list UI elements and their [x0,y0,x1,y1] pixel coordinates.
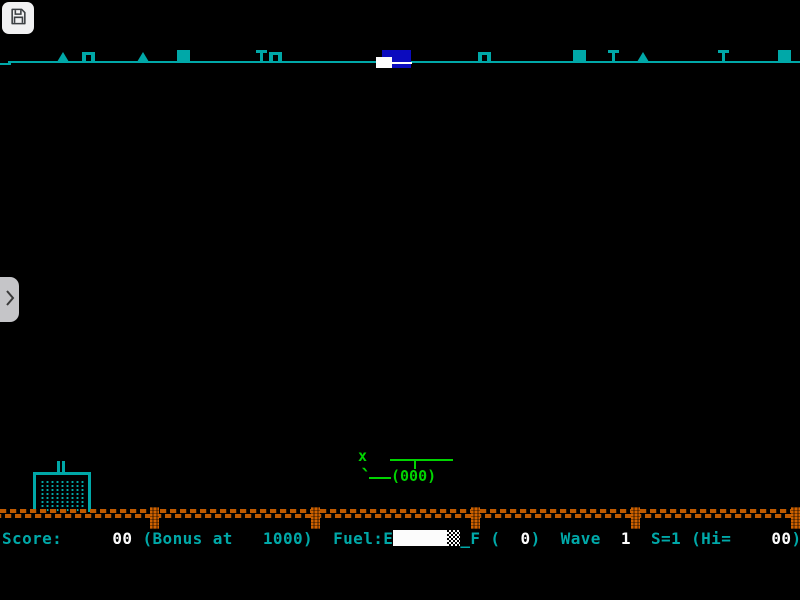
status-text-segment: S=1 (Hi= [631,529,771,548]
fence-post [150,507,159,529]
status-text-segment: ) [791,529,800,548]
horizon-line-stub [0,63,11,65]
ground-texture-row [0,514,800,518]
game-screen[interactable]: x ` (000) Score: 00 (Bonus at 1000) Fuel… [0,0,800,600]
skyline-sprite-pillars [82,52,95,63]
ground-texture-row [0,509,800,513]
skyline-sprite-station [376,50,412,70]
fuel-gauge-partial [447,530,460,546]
status-text-segment: 1 [621,529,631,548]
status-text-segment: 00 [771,529,791,548]
skyline-sprite-tree [637,52,649,62]
skyline-sprite-tower [256,50,267,62]
helicopter-sprite: x ` (000) [355,447,460,489]
tower-stem [722,50,725,62]
fence-post [471,507,480,529]
tower-stem [612,50,615,62]
fuel-gauge [393,530,460,546]
status-text-segment: ) Wave [531,529,621,548]
station-pad [376,57,392,68]
status-text-segment: Score: [2,529,112,548]
depot-tank-fill-pattern [40,480,84,511]
status-text-segment: 00 [112,529,132,548]
sidebar-toggle-button[interactable] [0,277,19,322]
floppy-disk-icon [9,7,28,30]
save-button[interactable] [2,2,34,34]
fence-post [791,507,800,529]
chevron-right-icon [1,287,19,313]
skyline-sprite-block [573,50,586,63]
fence-post [631,507,640,529]
fuel-gauge-fill [393,530,447,546]
skyline-sprite-block [778,50,791,63]
fuel-depot [33,461,91,512]
tower-stem [260,50,263,62]
fence-post [311,507,320,529]
skyline-sprite-pillars [269,52,282,63]
skyline-sprite-tower [718,50,729,62]
skyline-sprite-tower [608,50,619,62]
helicopter-body: (000) [391,469,436,484]
skyline-sprite-block [177,50,190,63]
skyline-sprite-tree [57,52,69,62]
skyline-sprite-pillars [478,52,491,63]
helicopter-main-rotor [390,459,453,461]
station-runway [391,62,412,64]
status-text-segment: _F ( [460,529,520,548]
helicopter-tail-boom [369,477,391,479]
status-text-segment: 0 [521,529,531,548]
status-text-segment: (Bonus at 1000) Fuel:E [132,529,393,548]
ground-strip [0,509,800,519]
status-bar: Score: 00 (Bonus at 1000) Fuel:E _F ( 0) … [2,529,800,549]
skyline-sprite-tree [137,52,149,62]
helicopter-tail-rotor: x [358,449,367,464]
